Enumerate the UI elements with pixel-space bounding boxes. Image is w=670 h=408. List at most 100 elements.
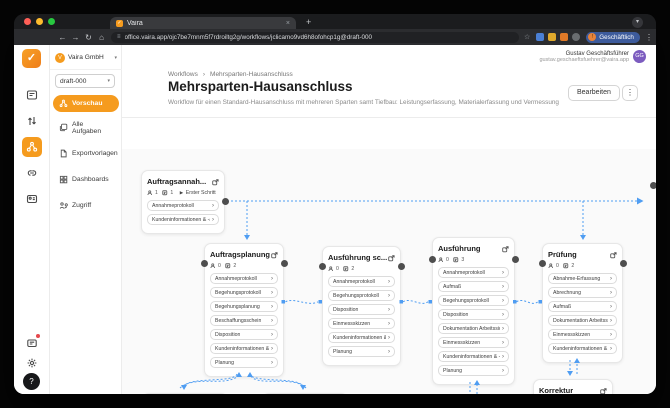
- breadcrumb-root[interactable]: Workflows: [168, 71, 198, 78]
- news-icon: [26, 337, 38, 349]
- node-form-item[interactable]: Einmessskizzen: [438, 337, 509, 348]
- user-block[interactable]: Gustav Geschäftsführer gustav.geschaefts…: [539, 50, 646, 63]
- rail-item-links[interactable]: [22, 163, 42, 183]
- rail-item-news[interactable]: [22, 333, 42, 353]
- extension-icon[interactable]: [536, 33, 544, 41]
- browser-tab[interactable]: ✓ Vaira ×: [110, 17, 296, 29]
- connector-handle[interactable]: [539, 260, 546, 267]
- site-info-icon[interactable]: ≡: [117, 34, 121, 40]
- sidebar-item-dashboards[interactable]: Dashboards: [53, 171, 119, 188]
- tab-overview-button[interactable]: ▾: [632, 17, 643, 28]
- reload-icon[interactable]: ↻: [82, 33, 95, 42]
- node-form-item[interactable]: Planung: [210, 357, 278, 368]
- node-form-item[interactable]: Annahmeprotokoll: [328, 276, 395, 287]
- sidebar-item-alle-aufgaben[interactable]: Alle Aufgaben: [53, 119, 119, 136]
- node-beschaffung[interactable]: Beschaffung 0 1: [262, 393, 348, 394]
- node-form-item[interactable]: Kundeninformationen & -abst: [210, 343, 278, 354]
- extension-icon[interactable]: [548, 33, 556, 41]
- open-node-icon[interactable]: [271, 246, 278, 264]
- home-icon[interactable]: ⌂: [95, 33, 108, 42]
- org-switcher[interactable]: V Vaira GmbH ▾: [55, 50, 117, 65]
- node-form-item[interactable]: Beschaffungsschein: [210, 315, 278, 326]
- rail-item-versions[interactable]: [22, 111, 42, 131]
- node-form-item[interactable]: Kundeninformationen & -abst: [328, 332, 395, 343]
- version-select[interactable]: draft-000 ▾: [55, 74, 115, 88]
- node-form-item[interactable]: Annahmeprotokoll: [438, 267, 509, 278]
- connector-handle[interactable]: [512, 256, 519, 263]
- node-form-item[interactable]: Einmessskizzen: [328, 318, 395, 329]
- node-form-item[interactable]: Annahmeprotokoll: [210, 273, 278, 284]
- zoom-window-button[interactable]: [48, 18, 55, 25]
- open-node-icon[interactable]: [502, 240, 509, 258]
- form-item-label: Begehungsprotokoll: [333, 293, 379, 299]
- node-form-item[interactable]: Planung: [328, 346, 395, 357]
- node-form-item[interactable]: Abrechnung: [548, 287, 617, 298]
- edge-connector-handle[interactable]: [650, 182, 657, 189]
- open-node-icon[interactable]: [610, 246, 617, 264]
- node-form-item[interactable]: Planung: [438, 365, 509, 376]
- address-bar[interactable]: ≡ office.vaira.app/ojc7be7mnm5f7rdroiltg…: [111, 32, 519, 43]
- connector-handle[interactable]: [319, 263, 326, 270]
- back-icon[interactable]: ←: [56, 33, 69, 42]
- node-form-item[interactable]: Disposition: [210, 329, 278, 340]
- close-window-button[interactable]: [24, 18, 31, 25]
- connector-handle[interactable]: [201, 260, 208, 267]
- node-form-item[interactable]: Dokumentation Arbeitssicherh: [438, 323, 509, 334]
- rail-item-workflows[interactable]: [22, 137, 42, 157]
- connector-handle[interactable]: [222, 198, 229, 205]
- node-auftragsannahme[interactable]: Auftragsannah... 1 1 ▶ Erster Schritt An…: [141, 170, 225, 234]
- browser-profile-chip[interactable]: ! Geschäftlich: [586, 32, 640, 43]
- connector-handle[interactable]: [429, 256, 436, 263]
- node-form-item[interactable]: Aufmaß: [548, 301, 617, 312]
- node-form-item[interactable]: Kundeninformationen & -abst: [548, 343, 617, 354]
- org-name: Vaira GmbH: [68, 54, 111, 61]
- connector-handle[interactable]: [281, 260, 288, 267]
- minimize-window-button[interactable]: [36, 18, 43, 25]
- node-pruefung[interactable]: Prüfung 0 2 Abnahme-Erfassung Abrechnung…: [542, 243, 623, 363]
- bookmark-star-icon[interactable]: ☆: [524, 33, 530, 41]
- node-form-item[interactable]: Dokumentation Arbeitssicherh: [548, 315, 617, 326]
- node-form-item[interactable]: Annahmeprotokoll: [147, 200, 219, 211]
- rail-item-contacts[interactable]: [22, 189, 42, 209]
- form-item-label: Kundeninformationen & -abst: [443, 354, 500, 360]
- more-options-button[interactable]: ⋮: [622, 85, 638, 101]
- sidebar-item-zugriff[interactable]: Zugriff: [53, 197, 119, 214]
- node-form-item[interactable]: Einmessskizzen: [548, 329, 617, 340]
- edit-button[interactable]: Bearbeiten: [568, 85, 620, 101]
- node-form-item[interactable]: Kundeninformationen & -abst: [147, 214, 219, 225]
- help-button[interactable]: ?: [23, 373, 40, 390]
- sidebar-item-vorschau[interactable]: Vorschau: [53, 95, 119, 112]
- tab-close-icon[interactable]: ×: [286, 20, 290, 27]
- node-form-item[interactable]: Aufmaß: [438, 281, 509, 292]
- connector-handle[interactable]: [398, 263, 405, 270]
- connector-handle[interactable]: [620, 260, 627, 267]
- node-ausfuehrung-sc[interactable]: Ausführung sc... 0 2 Annahmeprotokoll Be…: [322, 246, 401, 366]
- node-begehung[interactable]: Begehung 0 1: [142, 393, 228, 394]
- node-form-item[interactable]: Begehungsplanung: [210, 301, 278, 312]
- sidebar-item-exportvorlagen[interactable]: Exportvorlagen: [53, 145, 119, 162]
- node-form-item[interactable]: Begehungsprotokoll: [328, 290, 395, 301]
- node-ausfuehrung[interactable]: Ausführung 0 3 Annahmeprotokoll Aufmaß B…: [432, 237, 515, 385]
- contact-card-icon: [26, 193, 38, 205]
- node-form-item[interactable]: Begehungsprotokoll: [210, 287, 278, 298]
- rail-item-settings[interactable]: [22, 353, 42, 373]
- node-form-item[interactable]: Kundeninformationen & -abst: [438, 351, 509, 362]
- workflow-canvas[interactable]: Auftragsannah... 1 1 ▶ Erster Schritt An…: [122, 149, 656, 394]
- forward-icon[interactable]: →: [69, 33, 82, 42]
- rail-item-projects[interactable]: [22, 85, 42, 105]
- open-node-icon[interactable]: [212, 173, 219, 191]
- node-form-item[interactable]: Disposition: [328, 304, 395, 315]
- node-form-item[interactable]: Disposition: [438, 309, 509, 320]
- extension-icon[interactable]: [560, 33, 568, 41]
- node-form-item[interactable]: Begehungsprotokoll: [438, 295, 509, 306]
- browser-menu-icon[interactable]: ⋮: [645, 33, 653, 42]
- node-auftragsplanung[interactable]: Auftragsplanung 0 2 Annahmeprotokoll Beg…: [204, 243, 284, 377]
- extension-icon[interactable]: [572, 33, 580, 41]
- node-korrektur[interactable]: Korrektur 0 1: [533, 379, 613, 394]
- open-node-icon[interactable]: [388, 249, 395, 267]
- new-tab-button[interactable]: +: [306, 17, 311, 27]
- node-form-item[interactable]: Abnahme-Erfassung: [548, 273, 617, 284]
- open-node-icon[interactable]: [600, 382, 607, 395]
- form-item-label: Kundeninformationen & -abst: [215, 346, 269, 352]
- link-icon: [26, 167, 38, 179]
